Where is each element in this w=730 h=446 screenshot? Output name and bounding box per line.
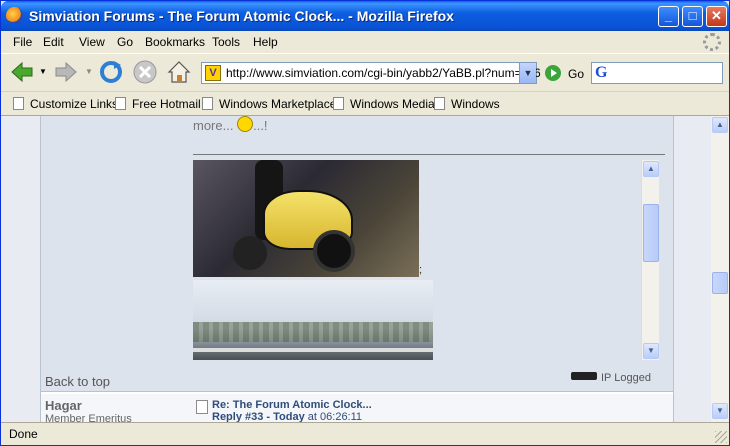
- home-icon[interactable]: [166, 59, 192, 85]
- bookmarks-toolbar: Customize Links Free Hotmail Windows Mar…: [1, 91, 729, 116]
- right-margin: [673, 116, 711, 422]
- smiley-icon: [237, 116, 254, 132]
- url-bar[interactable]: V http://www.simviation.com/cgi-bin/yabb…: [201, 62, 541, 84]
- page-content: more... ...! ; ▲ ▼ Back to top IP Logged…: [1, 116, 711, 422]
- author-rank: Member Emeritus: [45, 413, 132, 422]
- resize-grip-icon[interactable]: [715, 431, 727, 443]
- title-bar[interactable]: Simviation Forums - The Forum Atomic Clo…: [1, 1, 729, 31]
- google-search-engine-icon[interactable]: G: [595, 64, 607, 82]
- url-dropdown-icon[interactable]: ▼: [519, 63, 536, 83]
- menu-help[interactable]: Help: [253, 35, 278, 49]
- semicolon-text: ;: [419, 264, 423, 276]
- menu-bookmarks[interactable]: Bookmarks: [145, 35, 205, 49]
- navigation-toolbar: ▼ ▼ V http://www.simviation.com/cgi-bin/…: [1, 53, 729, 91]
- document-icon: [434, 97, 445, 110]
- go-button[interactable]: Go: [568, 67, 584, 81]
- document-icon: [333, 97, 344, 110]
- bookmark-free-hotmail[interactable]: Free Hotmail: [115, 97, 201, 111]
- document-icon: [202, 97, 213, 110]
- page-scroll-down-icon[interactable]: ▼: [712, 403, 728, 419]
- maximize-button[interactable]: □: [682, 6, 703, 27]
- close-button[interactable]: ✕: [706, 6, 727, 27]
- next-forum-post: Hagar Member Emeritus Re: The Forum Atom…: [41, 394, 673, 422]
- scroll-down-icon[interactable]: ▼: [643, 343, 659, 359]
- landscape-photo: [193, 280, 433, 360]
- post-document-icon: [196, 400, 208, 414]
- minimize-button[interactable]: _: [658, 6, 679, 27]
- post-divider: [193, 154, 665, 155]
- post-scrollbar[interactable]: ▲ ▼: [641, 160, 659, 360]
- menu-tools[interactable]: Tools: [212, 35, 240, 49]
- ip-logged-label: IP Logged: [571, 372, 651, 384]
- post-separator: [41, 391, 673, 393]
- forum-post: more... ...! ; ▲ ▼ Back to top IP Logged: [41, 116, 673, 391]
- throbber-icon: [703, 33, 721, 51]
- bookmark-windows-marketplace[interactable]: Windows Marketplace: [202, 97, 336, 111]
- post-reply-info: Reply #33 - Today at 06:26:11: [212, 411, 362, 422]
- page-scrollbar[interactable]: ▲ ▼: [711, 116, 729, 422]
- reply-label: Reply #33 - Today: [212, 411, 305, 422]
- scroll-up-icon[interactable]: ▲: [643, 161, 659, 177]
- ip-logged-icon: [571, 372, 597, 380]
- author-name[interactable]: Hagar: [45, 398, 82, 413]
- reload-icon[interactable]: [98, 59, 124, 85]
- forward-icon[interactable]: [53, 59, 79, 85]
- forward-dropdown-icon[interactable]: ▼: [85, 67, 93, 76]
- window-title: Simviation Forums - The Forum Atomic Clo…: [29, 8, 454, 24]
- stop-icon[interactable]: [132, 59, 158, 85]
- post-image-frame[interactable]: ;: [193, 160, 661, 360]
- back-to-top-link[interactable]: Back to top: [45, 374, 110, 389]
- post-time: 06:26:11: [320, 411, 363, 422]
- ellipsis-text: ...!: [253, 118, 268, 133]
- bookmark-customize-links[interactable]: Customize Links: [13, 97, 118, 111]
- bookmark-windows[interactable]: Windows: [434, 97, 500, 111]
- more-text: more...: [193, 118, 234, 133]
- page-scroll-thumb[interactable]: [712, 272, 728, 294]
- document-icon: [115, 97, 126, 110]
- railing: [193, 348, 433, 352]
- menu-bar: File Edit View Go Bookmarks Tools Help: [1, 31, 729, 53]
- menu-go[interactable]: Go: [117, 35, 133, 49]
- document-icon: [13, 97, 24, 110]
- page-scroll-up-icon[interactable]: ▲: [712, 117, 728, 133]
- rear-wheel: [233, 236, 267, 270]
- menu-view[interactable]: View: [79, 35, 105, 49]
- bookmark-windows-media[interactable]: Windows Media: [333, 97, 435, 111]
- url-text[interactable]: http://www.simviation.com/cgi-bin/yabb2/…: [226, 66, 541, 80]
- browser-window: Simviation Forums - The Forum Atomic Clo…: [0, 0, 730, 446]
- back-dropdown-icon[interactable]: ▼: [39, 67, 47, 76]
- motorcycle-photo: [193, 160, 419, 277]
- at-label: at: [307, 411, 317, 422]
- menu-file[interactable]: File: [13, 35, 32, 49]
- post-text-line: more... ...!: [193, 116, 268, 133]
- left-margin: [1, 116, 41, 422]
- scroll-thumb[interactable]: [643, 204, 659, 262]
- site-favicon-icon: V: [205, 65, 221, 81]
- front-wheel: [313, 230, 355, 272]
- back-icon[interactable]: [9, 59, 35, 85]
- search-box[interactable]: G: [591, 62, 723, 84]
- go-icon[interactable]: [545, 65, 561, 81]
- status-text: Done: [9, 427, 38, 441]
- status-bar: Done: [1, 422, 729, 445]
- tree-line: [193, 322, 433, 342]
- post-subject-link[interactable]: Re: The Forum Atomic Clock...: [212, 399, 372, 411]
- firefox-logo-icon: [6, 7, 23, 24]
- menu-edit[interactable]: Edit: [43, 35, 64, 49]
